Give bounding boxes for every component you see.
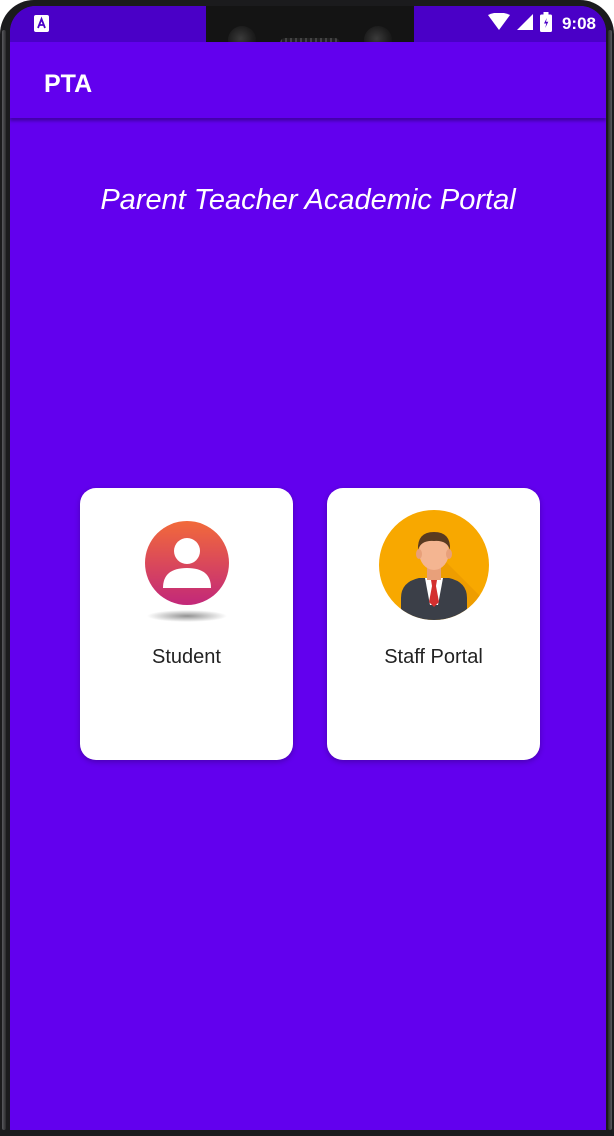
staff-portal-card-label: Staff Portal: [384, 646, 483, 668]
wifi-icon: [487, 12, 510, 36]
app-bar: PTA: [10, 42, 606, 118]
student-card-label: Student: [152, 646, 221, 668]
app-screen: 9:08 PTA Parent Teacher Academic Portal: [10, 6, 606, 1130]
app-title: PTA: [44, 70, 93, 98]
staff-avatar-icon: [379, 510, 489, 620]
student-avatar-icon: [145, 521, 229, 622]
signal-icon: [516, 13, 534, 36]
phone-edge-right: [608, 30, 612, 1130]
page-heading: Parent Teacher Academic Portal: [100, 184, 516, 216]
phone-frame: 9:08 PTA Parent Teacher Academic Portal: [0, 0, 614, 1136]
status-right-group: 9:08: [487, 11, 596, 37]
student-card[interactable]: Student: [80, 488, 293, 760]
phone-edge-left: [2, 30, 6, 1130]
battery-icon: [539, 11, 552, 37]
staff-portal-card[interactable]: Staff Portal: [327, 488, 540, 760]
status-time: 9:08: [561, 14, 596, 33]
phone-bottom-edge: [0, 1130, 614, 1136]
a-notification-icon: [34, 15, 49, 32]
